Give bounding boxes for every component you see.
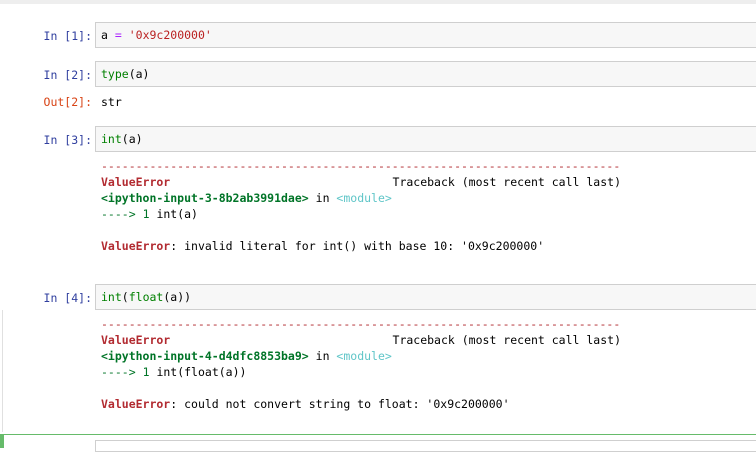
error-name: ValueError <box>101 175 171 189</box>
code-cell-3-input[interactable]: int(a) <box>95 126 756 152</box>
error-message-text: : could not convert string to float: '0x… <box>170 397 510 411</box>
arrow-marker: ----> <box>101 365 136 379</box>
in-prompt-3: In [3]: <box>43 133 92 147</box>
error-message-name: ValueError <box>101 239 171 253</box>
output-prompt-area[interactable] <box>2 310 96 432</box>
traceback-title: Traceback (most recent call last) <box>392 175 621 189</box>
traceback-3: ----------------------------------------… <box>101 158 621 254</box>
code-token: (a) <box>121 132 143 146</box>
traceback-code-line: ----> 1 int(a) <box>101 206 621 222</box>
line-number: 1 <box>142 207 150 221</box>
traceback-module: <module> <box>336 191 392 205</box>
code-token: float <box>128 290 164 304</box>
error-message-text: : invalid literal for int() with base 10… <box>170 239 545 253</box>
error-name: ValueError <box>101 333 171 347</box>
code-cell-5-input[interactable] <box>95 440 756 452</box>
code-token: ( <box>121 290 129 304</box>
code-token: type <box>101 67 129 81</box>
code-token: a <box>101 28 115 42</box>
traceback-header: ValueError Traceback (most recent call l… <box>101 174 621 190</box>
in-prompt-4: In [4]: <box>43 291 92 305</box>
cell-2-output: str <box>101 95 122 109</box>
code-line: a = '0x9c200000' <box>101 27 212 43</box>
selected-cell[interactable] <box>0 434 756 452</box>
traceback-4: ----------------------------------------… <box>101 316 621 412</box>
traceback-location: <ipython-input-4-d4dfc8853ba9> in <modul… <box>101 348 621 364</box>
traceback-header: ValueError Traceback (most recent call l… <box>101 332 621 348</box>
code-token: int <box>101 132 122 146</box>
traceback-title: Traceback (most recent call last) <box>392 333 621 347</box>
in-prompt-1: In [1]: <box>43 29 92 43</box>
code-cell-4-input[interactable]: int(float(a)) <box>95 284 756 310</box>
code-line: int(float(a)) <box>101 289 191 305</box>
line-number: 1 <box>142 365 150 379</box>
traceback-in: in <box>308 191 337 205</box>
code-token: int <box>101 290 122 304</box>
traceback-source: int(a) <box>156 207 198 221</box>
traceback-code-line: ----> 1 int(float(a)) <box>101 364 621 380</box>
code-line: type(a) <box>101 66 149 82</box>
traceback-source: int(float(a)) <box>156 365 247 379</box>
traceback-file: <ipython-input-3-8b2ab3991dae> <box>101 191 309 205</box>
selected-cell-marker <box>0 434 4 448</box>
code-line: int(a) <box>101 131 143 147</box>
traceback-separator: ----------------------------------------… <box>101 317 621 331</box>
error-message-name: ValueError <box>101 397 171 411</box>
code-cell-1-input[interactable]: a = '0x9c200000' <box>95 22 756 48</box>
traceback-module: <module> <box>336 349 392 363</box>
code-token: (a)) <box>163 290 192 304</box>
error-message: ValueError: could not convert string to … <box>101 396 621 412</box>
code-token: (a) <box>128 67 150 81</box>
code-token: '0x9c200000' <box>128 28 212 42</box>
out-prompt-2: Out[2]: <box>43 95 92 109</box>
code-cell-2-input[interactable]: type(a) <box>95 61 756 87</box>
traceback-location: <ipython-input-3-8b2ab3991dae> in <modul… <box>101 190 621 206</box>
toolbar-bottom-edge <box>0 0 756 4</box>
in-prompt-2: In [2]: <box>43 68 92 82</box>
traceback-file: <ipython-input-4-d4dfc8853ba9> <box>101 349 309 363</box>
code-token: = <box>114 28 122 42</box>
traceback-in: in <box>308 349 337 363</box>
error-message: ValueError: invalid literal for int() wi… <box>101 238 621 254</box>
arrow-marker: ----> <box>101 207 136 221</box>
traceback-separator: ----------------------------------------… <box>101 159 621 173</box>
